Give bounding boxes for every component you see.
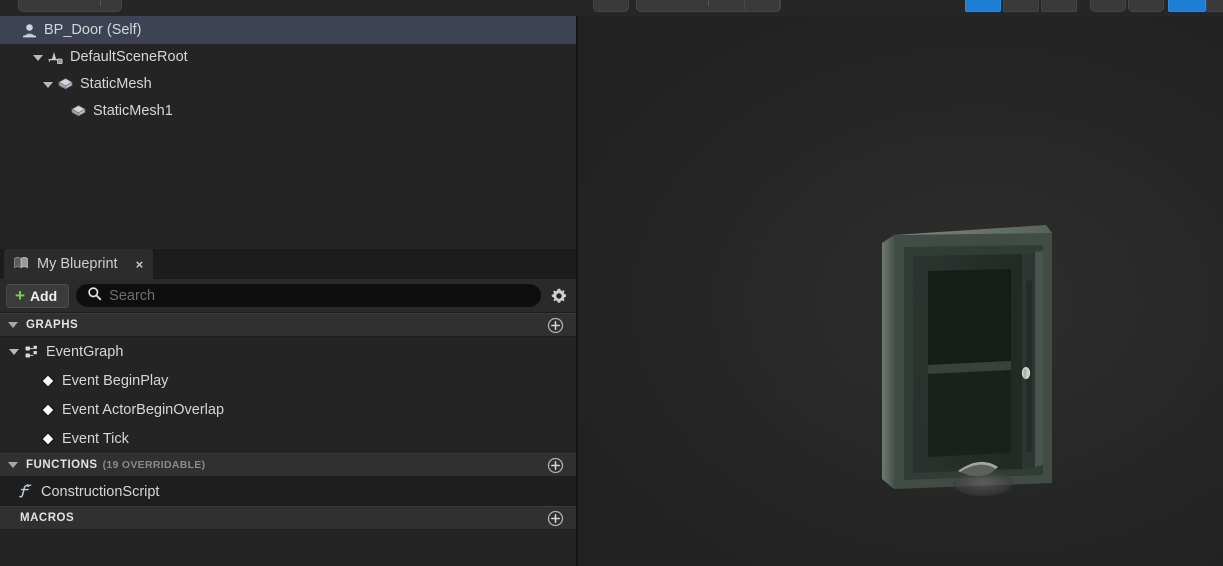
toolbar-button-toggle-on[interactable] [1168,0,1206,12]
toolbar-divider-2 [708,0,709,6]
search-input[interactable]: Search [76,284,541,307]
section-header-graphs[interactable]: GRAPHS [0,313,576,337]
section-subtitle: (19 OVERRIDABLE) [102,459,206,471]
add-button-label: Add [29,287,58,304]
function-icon [18,483,35,500]
section-title: GRAPHS [26,319,79,331]
graph-label: EventGraph [46,343,124,360]
component-label: BP_Door (Self) [44,22,142,39]
graph-label: Event BeginPlay [62,372,169,389]
toolbar-button-zoom-out[interactable] [1090,0,1126,12]
toolbar-button-mode-2[interactable] [1003,0,1039,12]
function-row-constructionscript[interactable]: ConstructionScript [0,477,576,506]
plus-circle-icon[interactable] [547,317,564,339]
tab-label: My Blueprint [37,256,118,272]
section-title: MACROS [20,512,75,524]
event-node-icon [40,401,56,418]
static-mesh-icon [57,76,74,93]
graph-row-event-beginplay[interactable]: Event BeginPlay [0,366,576,395]
chevron-down-icon[interactable] [8,459,20,471]
component-row-bp-door[interactable]: BP_Door (Self) [0,17,576,44]
chevron-down-icon[interactable] [42,78,55,91]
toolbar-button-zoom-in[interactable] [1128,0,1164,12]
my-blueprint-panel: My Blueprint × + Add Search GRAPHS Event… [0,249,576,566]
unreal-blueprint-editor: BP_Door (Self) DefaultSceneRoot StaticMe… [0,0,1223,566]
components-tree-panel: BP_Door (Self) DefaultSceneRoot StaticMe… [0,16,576,249]
function-label: ConstructionScript [41,483,160,500]
section-header-functions[interactable]: FUNCTIONS (19 OVERRIDABLE) [0,453,576,477]
graph-label: Event Tick [62,430,129,447]
twisty-placeholder [6,24,19,37]
component-row-default-scene-root[interactable]: DefaultSceneRoot [0,44,576,71]
gear-icon[interactable] [548,285,570,307]
chevron-down-icon[interactable] [8,345,21,358]
add-button[interactable]: + Add [6,283,70,308]
graph-row-event-tick[interactable]: Event Tick [0,424,576,453]
event-graph-icon [24,344,40,360]
scene-root-icon [47,49,64,66]
my-blueprint-tabstrip: My Blueprint × [0,249,576,279]
left-dock: BP_Door (Self) DefaultSceneRoot StaticMe… [0,16,578,566]
event-node-icon [40,430,56,447]
close-icon[interactable]: × [136,257,144,272]
static-mesh-icon [70,103,87,120]
actor-icon [21,22,38,39]
plus-icon: + [15,286,25,305]
section-title: FUNCTIONS [26,459,98,471]
graph-row-event-actorbeginoverlap[interactable]: Event ActorBeginOverlap [0,395,576,424]
search-icon [87,286,102,306]
tab-my-blueprint[interactable]: My Blueprint × [4,249,154,279]
search-placeholder: Search [109,287,156,304]
chevron-down-icon[interactable] [8,319,20,331]
toolbar-button-toggle-off[interactable] [1206,0,1223,12]
toolbar-divider [100,0,101,6]
graph-label: Event ActorBeginOverlap [62,401,225,418]
toolbar-button-left-1[interactable] [18,0,122,12]
my-blueprint-toolbar: + Add Search [0,279,576,313]
toolbar-button-mode-perspective[interactable] [965,0,1001,12]
component-row-static-mesh1[interactable]: StaticMesh1 [0,98,576,125]
graph-row-eventgraph[interactable]: EventGraph [0,337,576,366]
event-node-icon [40,372,56,389]
plus-circle-icon[interactable] [547,457,564,479]
toolbar-button-viewport-3[interactable] [744,0,780,12]
toolbar-button-viewport-1[interactable] [593,0,629,12]
plus-circle-icon[interactable] [547,510,564,532]
chevron-down-icon[interactable] [32,51,45,64]
component-label: DefaultSceneRoot [70,49,188,66]
component-row-static-mesh[interactable]: StaticMesh [0,71,576,98]
blueprint-3d-viewport[interactable] [580,16,1223,566]
toolbar-button-mode-3[interactable] [1041,0,1077,12]
component-label: StaticMesh1 [93,103,173,120]
section-header-macros[interactable]: MACROS [0,506,576,530]
blueprint-book-icon [13,255,29,274]
top-toolbar-strip [0,0,1223,16]
door-mesh[interactable] [880,221,1080,516]
component-label: StaticMesh [80,76,152,93]
